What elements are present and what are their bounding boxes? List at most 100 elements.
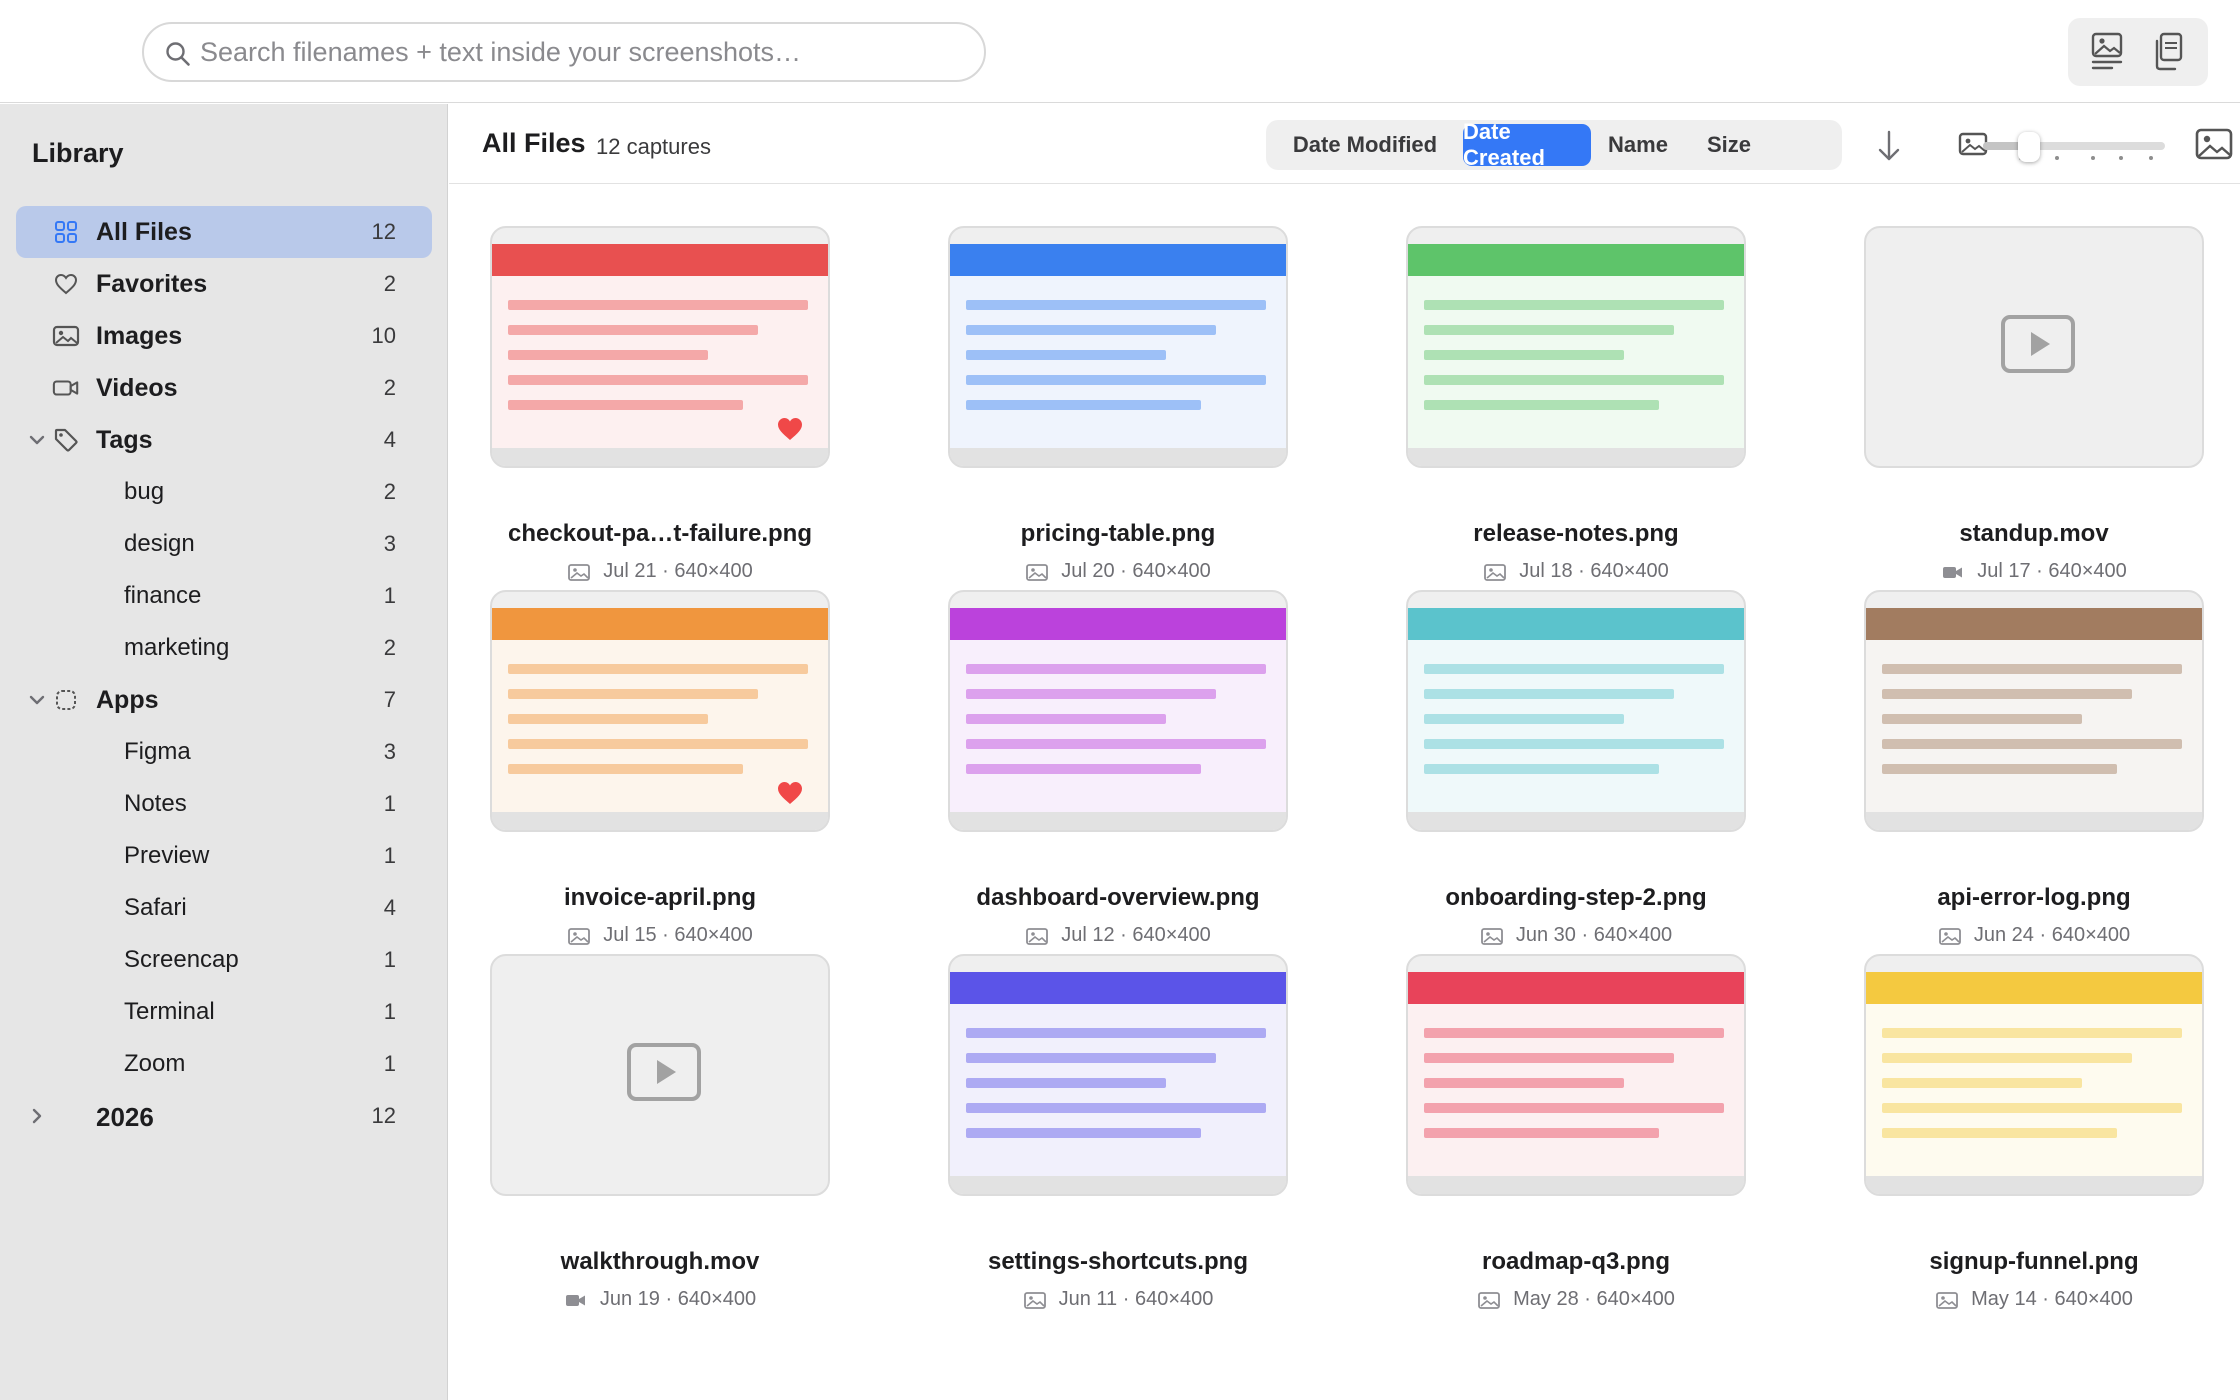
thumbnail-text-line	[508, 375, 808, 385]
thumbnail-text-line	[1882, 1103, 2182, 1113]
image-type-icon	[1025, 562, 1049, 582]
file-date-dimensions: Jul 17 · 640×400	[1977, 560, 2127, 582]
image-list-icon	[2091, 32, 2123, 70]
sidebar-item-marketing[interactable]: marketing 2	[16, 622, 432, 674]
sidebar-item-preview[interactable]: Preview 1	[16, 830, 432, 882]
image-thumbnail[interactable]	[1406, 226, 1746, 468]
gallery-view-button[interactable]	[2083, 27, 2133, 77]
sidebar-item-label: Preview	[124, 842, 210, 869]
thumbnail-text-line	[508, 350, 708, 360]
image-thumbnail[interactable]	[948, 954, 1288, 1196]
zoom-in-image-icon[interactable]	[2194, 125, 2234, 163]
file-card[interactable]: checkout-pa…t-failure.png Jul 21 · 640×40…	[490, 226, 830, 582]
sidebar-item-2026[interactable]: 2026 12	[16, 1090, 432, 1142]
file-card[interactable]: release-notes.png Jul 18 · 640×400	[1406, 226, 1746, 582]
sort-date-created-button[interactable]: Date Created	[1463, 119, 1591, 170]
file-date-dimensions: May 28 · 640×400	[1513, 1288, 1675, 1310]
image-thumbnail[interactable]	[1864, 590, 2204, 832]
sidebar-item-design[interactable]: design 3	[16, 518, 432, 570]
heart-outline-icon	[52, 270, 80, 298]
thumbnail-body	[1408, 276, 1744, 450]
favorite-heart-icon[interactable]	[776, 416, 804, 442]
video-thumbnail[interactable]	[490, 954, 830, 1196]
thumbnail-body	[1408, 640, 1744, 814]
image-thumbnail[interactable]	[1406, 590, 1746, 832]
sidebar-item-videos[interactable]: Videos 2	[16, 362, 432, 414]
sidebar-item-terminal[interactable]: Terminal 1	[16, 986, 432, 1038]
file-card[interactable]: standup.mov Jul 17 · 640×400	[1864, 226, 2204, 582]
sidebar-item-count: 12	[371, 219, 396, 244]
thumbnail-text-line	[1882, 689, 2132, 699]
sidebar-item-zoom[interactable]: Zoom 1	[16, 1038, 432, 1090]
sidebar-item-notes[interactable]: Notes 1	[16, 778, 432, 830]
favorite-heart-icon[interactable]	[776, 780, 804, 806]
thumbnail-text-line	[508, 300, 808, 310]
image-type-icon	[1477, 1290, 1501, 1310]
file-name: pricing-table.png	[1020, 520, 1216, 547]
thumbnail-text-line	[508, 325, 758, 335]
sidebar-title: Library	[32, 138, 124, 168]
thumbnail-text-line	[1882, 664, 2182, 674]
file-card[interactable]: dashboard-overview.png Jul 12 · 640×400	[948, 590, 1288, 946]
sidebar-item-favorites[interactable]: Favorites 2	[16, 258, 432, 310]
sidebar-item-screencap[interactable]: Screencap 1	[16, 934, 432, 986]
image-thumbnail[interactable]	[948, 226, 1288, 468]
file-card[interactable]: onboarding-step-2.png Jun 30 · 640×400	[1406, 590, 1746, 946]
thumbnail-text-line	[1424, 1128, 1659, 1138]
thumbnail-size-slider[interactable]	[1983, 132, 2215, 162]
sidebar-item-count: 1	[383, 843, 396, 868]
chevron-right-icon[interactable]	[24, 1103, 50, 1129]
file-card[interactable]: api-error-log.png Jun 24 · 640×400	[1864, 590, 2204, 946]
slider-tick	[2091, 156, 2095, 160]
file-card[interactable]: signup-funnel.png May 14 · 640×400	[1864, 954, 2204, 1310]
file-card[interactable]: pricing-table.png Jul 20 · 640×400	[948, 226, 1288, 582]
chevron-down-icon[interactable]	[24, 427, 50, 453]
thumbnail-header-bar	[1866, 972, 2202, 1004]
thumbnail-footer	[492, 812, 828, 830]
file-meta: Jul 21 · 640×400	[470, 560, 850, 583]
sidebar: Library All Files 12 Favorites 2 Images 10 Vid…	[0, 104, 448, 1400]
thumbnail-footer	[1866, 812, 2202, 830]
sidebar-item-count: 3	[383, 739, 396, 764]
thumbnail-text-line	[1882, 739, 2182, 749]
file-name: roadmap-q3.png	[1481, 1248, 1670, 1275]
toolbar	[0, 0, 2240, 103]
thumbnail-text-line	[1882, 1078, 2082, 1088]
grid-icon	[52, 218, 80, 246]
thumbnail-header-bar	[950, 244, 1286, 276]
thumbnail-text-line	[1424, 1103, 1724, 1113]
sidebar-item-images[interactable]: Images 10	[16, 310, 432, 362]
file-date-dimensions: Jun 11 · 640×400	[1058, 1288, 1214, 1310]
file-meta: Jul 12 · 640×400	[928, 924, 1308, 947]
image-thumbnail[interactable]	[490, 226, 830, 468]
sidebar-item-bug[interactable]: bug 2	[16, 466, 432, 518]
image-thumbnail[interactable]	[948, 590, 1288, 832]
sidebar-item-apps[interactable]: Apps 7	[16, 674, 432, 726]
search-input[interactable]	[200, 30, 960, 74]
slider-knob[interactable]	[2018, 132, 2040, 162]
sidebar-item-safari[interactable]: Safari 4	[16, 882, 432, 934]
image-thumbnail[interactable]	[490, 590, 830, 832]
sort-descending-arrow-icon[interactable]	[1869, 126, 1909, 166]
video-thumbnail[interactable]	[1864, 226, 2204, 468]
copy-view-button[interactable]	[2143, 27, 2193, 77]
chevron-down-icon[interactable]	[24, 687, 50, 713]
sidebar-item-tags[interactable]: Tags 4	[16, 414, 432, 466]
play-icon	[626, 1042, 702, 1102]
thumbnail-text-line	[966, 1128, 1201, 1138]
file-card[interactable]: walkthrough.mov Jun 19 · 640×400	[490, 954, 830, 1310]
file-card[interactable]: settings-shortcuts.png Jun 11 · 640×400	[948, 954, 1288, 1310]
sidebar-item-all-files[interactable]: All Files 12	[16, 206, 432, 258]
image-thumbnail[interactable]	[1406, 954, 1746, 1196]
sort-size-button[interactable]: Size	[1685, 124, 1773, 166]
search-bar[interactable]	[142, 22, 986, 82]
file-card[interactable]: roadmap-q3.png May 28 · 640×400	[1406, 954, 1746, 1310]
image-thumbnail[interactable]	[1864, 954, 2204, 1196]
sort-date-modified-button[interactable]: Date Modified	[1270, 124, 1460, 166]
sidebar-item-figma[interactable]: Figma 3	[16, 726, 432, 778]
sidebar-item-finance[interactable]: finance 1	[16, 570, 432, 622]
sidebar-item-count: 3	[383, 531, 396, 556]
sort-name-button[interactable]: Name	[1594, 124, 1682, 166]
file-card[interactable]: invoice-april.png Jul 15 · 640×400	[490, 590, 830, 946]
file-date-dimensions: Jul 20 · 640×400	[1061, 560, 1211, 582]
